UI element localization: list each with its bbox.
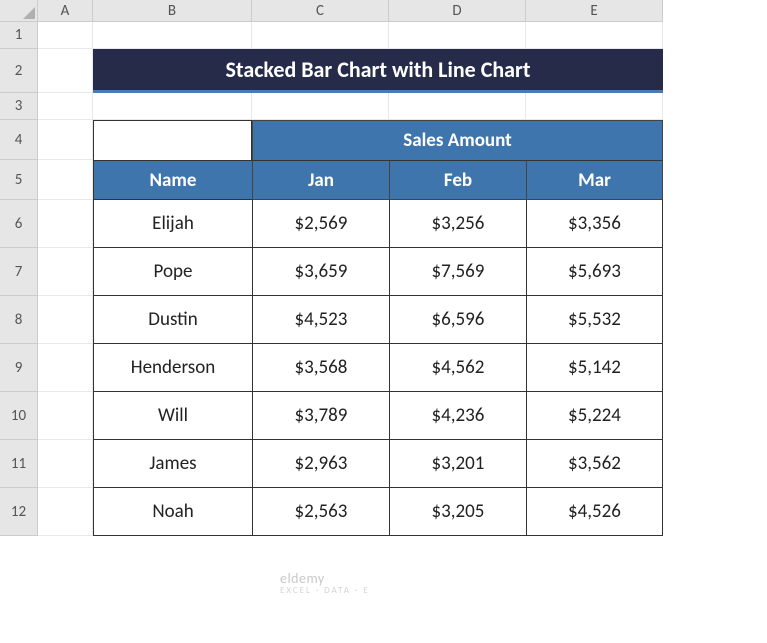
mar-cell[interactable]: $4,526 (526, 488, 663, 536)
cell[interactable] (38, 49, 93, 93)
cell[interactable] (38, 120, 93, 160)
name-header[interactable]: Name (93, 160, 252, 200)
select-all-corner[interactable] (0, 0, 38, 22)
cell[interactable] (526, 93, 663, 120)
col-head-d[interactable]: D (389, 0, 526, 22)
col-head-b[interactable]: B (93, 0, 252, 22)
watermark-tagline: EXCEL · DATA · E (280, 585, 370, 596)
cell[interactable] (38, 93, 93, 120)
jan-cell[interactable]: $2,563 (252, 488, 389, 536)
cell[interactable] (38, 160, 93, 200)
feb-cell[interactable]: $6,596 (389, 296, 526, 344)
col-head-c[interactable]: C (252, 0, 389, 22)
mar-cell[interactable]: $5,224 (526, 392, 663, 440)
row-head-9[interactable]: 9 (0, 344, 38, 392)
watermark: eldemy EXCEL · DATA · E (280, 570, 370, 596)
mar-cell[interactable]: $5,532 (526, 296, 663, 344)
row-head-5[interactable]: 5 (0, 160, 38, 200)
name-cell[interactable]: Noah (93, 488, 252, 536)
cell[interactable] (38, 200, 93, 248)
feb-cell[interactable]: $3,201 (389, 440, 526, 488)
mar-header[interactable]: Mar (526, 160, 663, 200)
row-head-4[interactable]: 4 (0, 120, 38, 160)
name-cell[interactable]: Elijah (93, 200, 252, 248)
feb-cell[interactable]: $3,205 (389, 488, 526, 536)
name-cell[interactable]: Will (93, 392, 252, 440)
jan-cell[interactable]: $3,659 (252, 248, 389, 296)
name-cell[interactable]: Dustin (93, 296, 252, 344)
jan-cell[interactable]: $2,569 (252, 200, 389, 248)
jan-header[interactable]: Jan (252, 160, 389, 200)
row-head-1[interactable]: 1 (0, 22, 38, 49)
cell[interactable] (389, 22, 526, 49)
mar-cell[interactable]: $5,693 (526, 248, 663, 296)
row-head-8[interactable]: 8 (0, 296, 38, 344)
jan-cell[interactable]: $3,789 (252, 392, 389, 440)
feb-cell[interactable]: $3,256 (389, 200, 526, 248)
watermark-brand: eldemy (280, 570, 370, 587)
cell[interactable] (93, 93, 252, 120)
row-head-2[interactable]: 2 (0, 49, 38, 93)
cell[interactable] (38, 344, 93, 392)
cell-b4-empty[interactable] (93, 120, 252, 160)
cell[interactable] (38, 392, 93, 440)
cell[interactable] (38, 440, 93, 488)
row-head-12[interactable]: 12 (0, 488, 38, 536)
row-head-10[interactable]: 10 (0, 392, 38, 440)
cell[interactable] (38, 22, 93, 49)
name-cell[interactable]: James (93, 440, 252, 488)
sales-amount-header[interactable]: Sales Amount (252, 120, 663, 160)
cell[interactable] (526, 22, 663, 49)
cell[interactable] (93, 22, 252, 49)
mar-cell[interactable]: $3,562 (526, 440, 663, 488)
row-head-11[interactable]: 11 (0, 440, 38, 488)
page-title[interactable]: Stacked Bar Chart with Line Chart (93, 49, 663, 93)
row-head-7[interactable]: 7 (0, 248, 38, 296)
cell[interactable] (252, 93, 389, 120)
row-head-3[interactable]: 3 (0, 93, 38, 120)
cell[interactable] (389, 93, 526, 120)
jan-cell[interactable]: $2,963 (252, 440, 389, 488)
col-head-a[interactable]: A (38, 0, 93, 22)
cell[interactable] (38, 248, 93, 296)
row-head-6[interactable]: 6 (0, 200, 38, 248)
mar-cell[interactable]: $3,356 (526, 200, 663, 248)
name-cell[interactable]: Pope (93, 248, 252, 296)
feb-cell[interactable]: $4,236 (389, 392, 526, 440)
feb-header[interactable]: Feb (389, 160, 526, 200)
jan-cell[interactable]: $4,523 (252, 296, 389, 344)
cell[interactable] (252, 22, 389, 49)
jan-cell[interactable]: $3,568 (252, 344, 389, 392)
spreadsheet: A B C D E 1 2 3 4 5 6 7 8 9 10 11 12 Sta… (0, 0, 767, 536)
feb-cell[interactable]: $7,569 (389, 248, 526, 296)
cell[interactable] (38, 488, 93, 536)
mar-cell[interactable]: $5,142 (526, 344, 663, 392)
name-cell[interactable]: Henderson (93, 344, 252, 392)
feb-cell[interactable]: $4,562 (389, 344, 526, 392)
col-head-e[interactable]: E (526, 0, 663, 22)
cell[interactable] (38, 296, 93, 344)
